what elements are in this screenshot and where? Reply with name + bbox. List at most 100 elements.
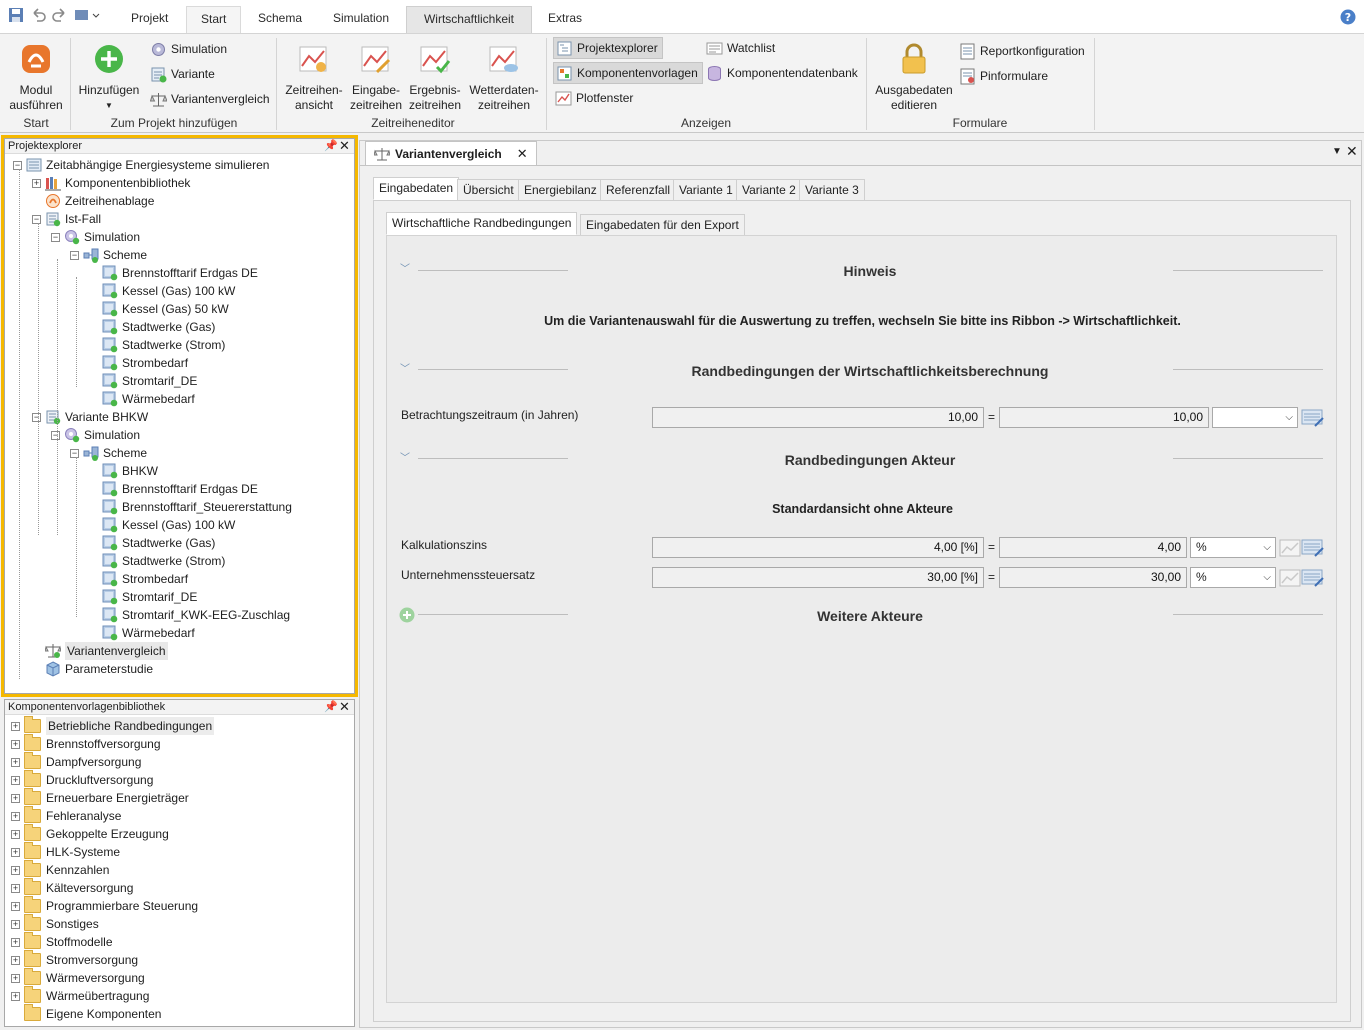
expand-icon[interactable]: +	[11, 775, 20, 785]
expand-icon[interactable]: +	[11, 739, 20, 749]
watchlist-toggle[interactable]: Watchlist	[704, 37, 779, 59]
plotfenster-toggle[interactable]: Plotfenster	[553, 87, 637, 109]
tree-item[interactable]: Stromtarif_KWK-EEG-Zuschlag	[89, 606, 290, 624]
tab-referenzfall[interactable]: Referenzfall	[600, 179, 677, 201]
expand-icon[interactable]: +	[11, 973, 20, 983]
collapse-icon[interactable]: −	[51, 430, 60, 440]
variante-button[interactable]: Variante	[148, 63, 219, 85]
expand-icon[interactable]: +	[11, 811, 20, 821]
unternehmenssteuersatz-unit-select[interactable]: % ⌵	[1190, 567, 1276, 588]
redo-icon[interactable]	[52, 7, 68, 23]
tab-variante-1[interactable]: Variante 1	[673, 179, 739, 201]
expand-icon[interactable]: +	[11, 901, 20, 911]
library-folder[interactable]: + Brennstoffversorgung	[11, 734, 161, 753]
close-icon[interactable]: ✕	[339, 700, 350, 714]
close-icon[interactable]: ✕	[339, 139, 350, 153]
library-folder[interactable]: + Betriebliche Randbedingungen	[11, 716, 215, 735]
subtab-wirtschaftliche-randbedingungen[interactable]: Wirtschaftliche Randbedingungen	[386, 212, 578, 235]
pin-icon[interactable]: 📌	[324, 700, 338, 713]
tree-item[interactable]: − Simulation	[51, 228, 140, 246]
document-tab-variantenvergleich[interactable]: Variantenvergleich ✕	[365, 141, 537, 165]
customize-toolbar-icon[interactable]	[74, 7, 102, 23]
tab-eingabedaten[interactable]: Eingabedaten	[373, 177, 460, 200]
tab-start[interactable]: Start	[186, 6, 242, 33]
tab-variante-3[interactable]: Variante 3	[799, 179, 865, 201]
collapse-icon[interactable]: −	[13, 160, 22, 170]
tree-item[interactable]: Strombedarf	[89, 354, 188, 372]
expand-icon[interactable]: +	[11, 829, 20, 839]
edit-table-icon[interactable]	[1301, 568, 1325, 588]
simulation-button[interactable]: Simulation	[148, 38, 231, 60]
ergebnis-zeitreihen-button[interactable]: Ergebnis- zeitreihen	[406, 42, 464, 113]
edit-table-icon[interactable]	[1301, 538, 1325, 558]
library-folder[interactable]: + Fehleranalyse	[11, 806, 121, 825]
tree-item[interactable]: Brennstofftarif Erdgas DE	[89, 264, 258, 282]
tree-item[interactable]: Stadtwerke (Gas)	[89, 318, 215, 336]
tree-item[interactable]: Variantenvergleich	[32, 642, 168, 660]
library-folder[interactable]: + Dampfversorgung	[11, 752, 141, 771]
ausgabedaten-editieren-button[interactable]: Ausgabedaten editieren	[872, 42, 956, 113]
dropdown-arrow-icon[interactable]: ▼	[1332, 146, 1342, 157]
library-folder[interactable]: + Stromversorgung	[11, 950, 138, 969]
tree-item[interactable]: − Scheme	[70, 444, 147, 462]
tree-item[interactable]: Stadtwerke (Strom)	[89, 336, 225, 354]
tree-item[interactable]: Strombedarf	[89, 570, 188, 588]
expand-icon[interactable]: +	[11, 865, 20, 875]
projektexplorer-toggle[interactable]: Projektexplorer	[553, 37, 663, 59]
library-folder[interactable]: + Programmierbare Steuerung	[11, 896, 198, 915]
library-folder[interactable]: + Gekoppelte Erzeugung	[11, 824, 169, 843]
tab-wirtschaftlichkeit[interactable]: Wirtschaftlichkeit	[406, 6, 532, 33]
library-folder[interactable]: + Druckluftversorgung	[11, 770, 153, 789]
save-icon[interactable]	[8, 7, 24, 23]
betrachtungszeitraum-input[interactable]: 10,00	[652, 407, 984, 428]
eingabe-zeitreihen-button[interactable]: Eingabe- zeitreihen	[346, 42, 406, 113]
pinformulare-button[interactable]: Pinformulare	[957, 65, 1052, 87]
collapse-chevron-icon[interactable]: ﹀	[400, 365, 410, 375]
close-tab-icon[interactable]: ✕	[517, 146, 528, 162]
library-folder[interactable]: + Erneuerbare Energieträger	[11, 788, 189, 807]
tree-item[interactable]: − Variante BHKW	[32, 408, 148, 426]
modul-ausfuehren-button[interactable]: Modul ausführen	[6, 42, 66, 113]
library-folder[interactable]: Eigene Komponenten	[11, 1004, 161, 1023]
library-folder[interactable]: + HLK-Systeme	[11, 842, 120, 861]
library-folder[interactable]: + Stoffmodelle	[11, 932, 113, 951]
collapse-icon[interactable]: −	[70, 448, 79, 458]
tab-simulation[interactable]: Simulation	[319, 6, 403, 33]
add-akteur-icon[interactable]	[399, 607, 415, 623]
library-folder[interactable]: + Wärmeversorgung	[11, 968, 145, 987]
expand-icon[interactable]: +	[11, 757, 20, 767]
collapse-icon[interactable]: −	[32, 214, 41, 224]
unternehmenssteuersatz-input[interactable]: 30,00 [%]	[652, 567, 984, 588]
subtab-eingabedaten-export[interactable]: Eingabedaten für den Export	[580, 214, 745, 236]
tree-item[interactable]: Wärmebedarf	[89, 624, 195, 642]
tree-item[interactable]: Stadtwerke (Strom)	[89, 552, 225, 570]
collapse-chevron-icon[interactable]: ﹀	[400, 454, 410, 464]
tab-extras[interactable]: Extras	[534, 6, 596, 33]
variantenvergleich-button[interactable]: Variantenvergleich	[148, 88, 274, 110]
kalkulationszins-input[interactable]: 4,00 [%]	[652, 537, 984, 558]
tree-item[interactable]: − Scheme	[70, 246, 147, 264]
tree-item[interactable]: Stadtwerke (Gas)	[89, 534, 215, 552]
tree-item[interactable]: Stromtarif_DE	[89, 588, 197, 606]
zeitreihen-ansicht-button[interactable]: Zeitreihen- ansicht	[282, 42, 346, 113]
komponentendatenbank-toggle[interactable]: Komponentendatenbank	[704, 62, 862, 84]
plot-icon[interactable]	[1279, 539, 1301, 557]
expand-icon[interactable]: +	[11, 919, 20, 929]
tree-item[interactable]: Kessel (Gas) 50 kW	[89, 300, 229, 318]
kalkulationszins-unit-select[interactable]: % ⌵	[1190, 537, 1276, 558]
tab-uebersicht[interactable]: Übersicht	[457, 179, 520, 201]
pin-icon[interactable]: 📌	[324, 139, 338, 152]
expand-icon[interactable]: +	[11, 793, 20, 803]
collapse-icon[interactable]: −	[32, 412, 41, 422]
expand-icon[interactable]: +	[11, 721, 20, 731]
undo-icon[interactable]	[30, 7, 46, 23]
tree-item[interactable]: + Komponentenbibliothek	[32, 174, 190, 192]
help-icon[interactable]: ?	[1340, 9, 1356, 25]
tab-projekt[interactable]: Projekt	[117, 6, 182, 33]
close-icon[interactable]: ✕	[1346, 143, 1358, 160]
tree-item[interactable]: Parameterstudie	[32, 660, 153, 678]
betrachtungszeitraum-unit-select[interactable]: ⌵	[1212, 407, 1298, 428]
tree-item[interactable]: Wärmebedarf	[89, 390, 195, 408]
expand-icon[interactable]: +	[11, 955, 20, 965]
tree-item[interactable]: − Ist-Fall	[32, 210, 101, 228]
